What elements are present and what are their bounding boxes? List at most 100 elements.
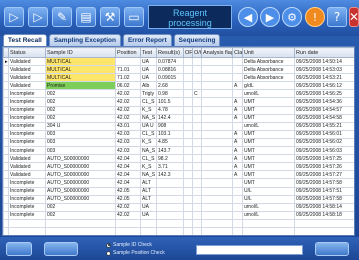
test-cell: UA U [140,121,157,131]
clas-cell [232,73,243,83]
play-outline-icon[interactable]: ▷ [28,7,48,27]
position-cell: 42.04 [115,162,141,172]
oc-cell [192,81,202,91]
gear-icon[interactable]: ⚙ [282,7,302,27]
table-row[interactable]: Validated MULTICAL 71.01 UA 0.08816 Delta Abs… [3,65,354,75]
analysis-flag-cell [201,178,233,188]
analysis-flag-cell [201,154,233,164]
test-cell: UA [140,202,157,212]
run-date-cell: 09/25/2008 14:50:14 [294,56,354,67]
status-cell: Incomplete [8,105,46,115]
unit-cell: UMT [242,154,295,164]
table-row[interactable]: Validated Promise 06.02 Alb 2.68 Ag/dL 09/25/2… [3,81,354,91]
result-cell: 143.7 [156,146,184,156]
analysis-flag-cell [201,113,233,123]
sample-id-cell: MULTICAL [45,73,116,83]
table-row[interactable]: Incomplete AUTO_S00000000 42.04 ALT UMT 09/25… [3,178,354,188]
sample-id-cell: 002 [45,89,116,99]
footer-button-2[interactable] [44,242,78,256]
radio-sample-position-check[interactable]: Sample Position Check [106,250,165,256]
document-edit-icon[interactable]: ✎ [52,7,72,27]
run-date-cell: 09/25/2008 14:56:02 [294,137,354,148]
position-cell: 43.01 [115,121,141,131]
play-icon[interactable]: ▷ [4,7,24,27]
table-row[interactable]: Validated AUTO_S00000000 42.04 CL_S 98.2 A UMT… [3,154,354,164]
table-row[interactable]: Incomplete 003 42.03 K_S 4.85 A UMT 09/25/2008 … [3,137,354,148]
test-cell: ALT [140,186,157,196]
analysis-flag-cell [201,194,233,204]
table-row[interactable]: Validated AUTO_S00000000 42.04 K_S 3.71 A UMT 0… [3,162,354,172]
position-cell: 42.02 [115,210,141,220]
table-row[interactable]: Validated MULTICAL 71.02 UA 0.09015 Delta Abs… [3,73,354,83]
column-header-unit[interactable]: Unit [242,47,295,58]
column-header-test[interactable]: Test [140,47,157,58]
table-row[interactable]: Incomplete 002 42.02 UA umol/L 09/25/2008 14:… [3,210,354,220]
oc-cell [192,162,202,172]
table-row[interactable]: ▸ Validated MULTICAL UA 0.07874 Delta Absorba… [3,56,354,67]
forward-icon[interactable]: ▶ [260,7,280,27]
status-cell: Validated [8,81,46,91]
column-header-analysis-flag[interactable]: Analysis flag [201,47,233,58]
analysis-flag-cell [201,218,233,228]
position-cell: 42.03 [115,146,141,156]
clas-cell [232,186,243,196]
test-cell [140,218,157,228]
results-grid-panel: Status Sample ID Position Test Result(s)… [2,46,355,236]
analysis-flag-cell [201,65,233,75]
unit-cell: U/L [242,186,295,196]
run-date-cell: 09/25/2008 14:57:25 [294,154,354,164]
table-row[interactable]: Incomplete 304 U 43.01 UA U 908 umol/L 09/25/2… [3,121,354,131]
position-cell [115,218,141,228]
unit-cell: UMT [242,170,295,180]
wrench-icon[interactable]: ⚒ [100,7,120,27]
radio-dot-on[interactable] [106,242,111,248]
help-icon[interactable]: ? [327,7,347,27]
of-cell [183,73,193,83]
column-header-sample-id[interactable]: Sample ID [45,47,116,58]
result-cell [156,210,184,220]
column-header-position[interactable]: Position [115,47,141,58]
oc-cell [192,113,202,123]
oc-cell [192,154,202,164]
alert-icon[interactable]: ! [305,7,325,27]
column-header-of[interactable]: OF [183,47,193,58]
table-row[interactable]: Incomplete AUTO_S00000000 42.05 ALT U/L 09/25… [3,186,354,196]
monitor-icon[interactable]: ▭ [124,7,144,27]
table-row[interactable]: Incomplete 003 42.03 NA_S 143.7 A UMT 09/25/200… [3,146,354,156]
unit-cell: UMT [242,162,295,172]
unit-cell: U/L [242,194,295,204]
position-cell: 42.05 [115,194,141,204]
status-cell [8,226,46,235]
column-header-oc[interactable]: O/C [192,47,202,58]
radio-dot-off[interactable] [106,250,111,256]
search-field[interactable] [196,245,303,255]
table-row[interactable]: Incomplete 002 42.02 Trigly 0.98 Cumol/L 09/25… [3,89,354,99]
table-row[interactable]: Incomplete 002 42.02 K_S 4.78 A UMT 09/25/2008 … [3,105,354,115]
table-row[interactable] [3,226,354,235]
column-header-clas[interactable]: Clas [232,47,243,58]
table-row[interactable]: Incomplete 002 42.02 NA_S 142.4 A UMT 09/25/200… [3,113,354,123]
unit-cell: umol/L [242,202,295,212]
table-row[interactable]: Incomplete 002 42.02 UA umol/L 09/25/2008 14:… [3,202,354,212]
table-row[interactable]: Incomplete AUTO_S00000000 42.05 ALT U/L 09/25… [3,194,354,204]
table-row[interactable]: Validated AUTO_S00000000 42.04 NA_S 142.3 A UM… [3,170,354,180]
exit-icon[interactable]: ✕ [349,7,359,27]
oc-cell [192,186,202,196]
sample-id-cell: 002 [45,113,116,123]
radio-sample-id-check[interactable]: Sample ID Check [106,242,152,248]
status-cell: Incomplete [8,210,46,220]
confirm-button[interactable] [315,242,349,256]
sample-id-cell: 003 [45,129,116,139]
document-icon[interactable]: ▤ [76,7,96,27]
table-row[interactable]: Incomplete 002 42.02 CL_S 101.5 A UMT 09/25/200… [3,97,354,107]
table-row[interactable] [3,218,354,228]
column-header-run-date[interactable]: Run date [294,47,354,58]
print-icon[interactable] [6,242,32,256]
status-cell: Incomplete [8,137,46,148]
table-row[interactable]: Incomplete 003 42.03 CL_S 103.1 A UMT 09/25/200… [3,129,354,139]
column-header-results[interactable]: Result(s) [156,47,184,58]
of-cell [183,186,193,196]
of-cell [183,121,193,131]
back-icon[interactable]: ◀ [238,7,258,27]
column-header-status[interactable]: Status [8,47,46,58]
